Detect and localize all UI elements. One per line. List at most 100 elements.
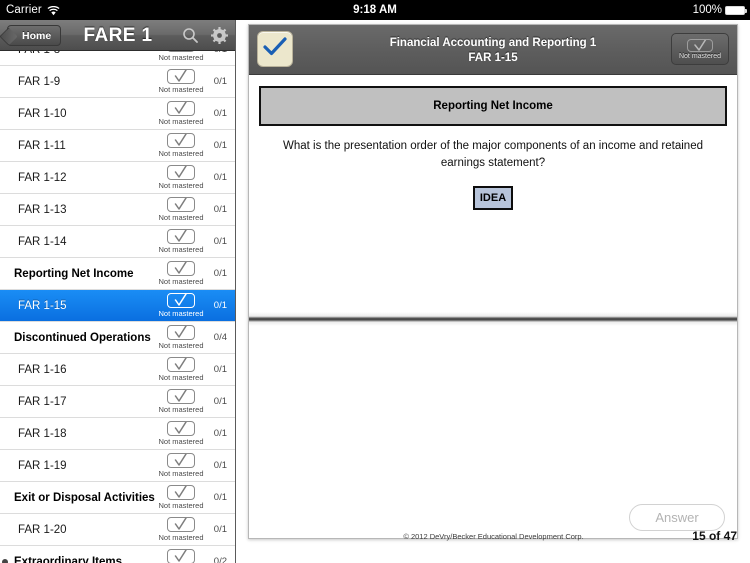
mastery-status[interactable]: Not mastered <box>150 549 212 563</box>
list-item[interactable]: FAR 1-18 Not mastered 0/1 <box>0 418 235 450</box>
mastery-label: Not mastered <box>158 117 204 126</box>
list-item-count: 0/1 <box>213 396 227 407</box>
checkbox-icon <box>167 325 195 340</box>
status-bar-right: 100% <box>692 4 747 16</box>
mastery-label: Not mastered <box>158 341 204 350</box>
list-item[interactable]: FAR 1-9 Not mastered 0/1 <box>0 66 235 98</box>
mastery-status[interactable]: Not mastered <box>150 261 212 286</box>
list-item-count: 0/1 <box>213 428 227 439</box>
mastery-status[interactable]: Not mastered <box>150 389 212 414</box>
mastery-check-button[interactable] <box>257 31 293 67</box>
list-item-count: 0/1 <box>213 460 227 471</box>
checkbox-icon <box>167 197 195 212</box>
mastery-status[interactable]: Not mastered <box>150 197 212 222</box>
flashcard: Financial Accounting and Reporting 1 FAR… <box>248 24 738 539</box>
checkbox-icon <box>167 293 195 308</box>
mastery-status[interactable]: Not mastered <box>150 293 212 318</box>
list-item-label: FAR 1-10 <box>18 107 67 120</box>
sidebar: Home FARE 1 Not mastered FAR 1-9 Not mas… <box>0 20 236 563</box>
row-marker-icon <box>2 558 8 563</box>
mastery-label: Not mastered <box>158 181 204 190</box>
list-item[interactable]: FAR 1-12 Not mastered 0/1 <box>0 162 235 194</box>
mastery-status[interactable]: Not mastered <box>150 133 212 158</box>
mastery-status[interactable]: Not mastered <box>150 165 212 190</box>
checkbox-icon <box>167 165 195 180</box>
mastery-label: Not mastered <box>158 373 204 382</box>
mastery-status[interactable]: Not mastered <box>150 69 212 94</box>
checkbox-icon <box>687 38 713 52</box>
list-item[interactable]: FAR 1-17 Not mastered 0/1 <box>0 386 235 418</box>
mastery-status[interactable]: Not mastered <box>150 325 212 350</box>
list-item-count: 0/1 <box>213 204 227 215</box>
not-mastered-label: Not mastered <box>678 52 722 60</box>
list-item-label: FAR 1-9 <box>18 75 61 88</box>
flashcard-title-block: Financial Accounting and Reporting 1 FAR… <box>249 25 737 75</box>
list-item[interactable]: FAR 1-11 Not mastered 0/1 <box>0 130 235 162</box>
list-item-count: 0/1 <box>213 364 227 375</box>
flashcard-header: Financial Accounting and Reporting 1 FAR… <box>249 25 737 75</box>
mastery-label: Not mastered <box>158 53 204 62</box>
list-item-label: Exit or Disposal Activities <box>14 491 155 504</box>
list-item-count: 0/1 <box>213 172 227 183</box>
mastery-label: Not mastered <box>158 149 204 158</box>
list-item[interactable]: Discontinued Operations Not mastered 0/4 <box>0 322 235 354</box>
checkbox-icon <box>167 453 195 468</box>
mastery-label: Not mastered <box>158 309 204 318</box>
list-item-count: 0/1 <box>213 268 227 279</box>
mastery-label: Not mastered <box>158 85 204 94</box>
mastery-status[interactable]: Not mastered <box>150 229 212 254</box>
list-item[interactable]: FAR 1-16 Not mastered 0/1 <box>0 354 235 386</box>
list-item[interactable]: FAR 1-19 Not mastered 0/1 <box>0 450 235 482</box>
mastery-status[interactable]: Not mastered <box>150 101 212 126</box>
list-item-count: 0/1 <box>213 236 227 247</box>
mastery-status[interactable]: Not mastered <box>150 485 212 510</box>
checkbox-icon <box>167 357 195 372</box>
mastery-label: Not mastered <box>158 245 204 254</box>
list-item[interactable]: FAR 1-20 Not mastered 0/1 <box>0 514 235 546</box>
list-item-count: 0/4 <box>213 332 227 343</box>
list-item[interactable]: FAR 1-15 Not mastered 0/1 <box>0 290 235 322</box>
checkbox-icon <box>167 229 195 244</box>
battery-percent-label: 100% <box>692 4 722 16</box>
checkbox-icon <box>167 133 195 148</box>
question-text: What is the presentation order of the ma… <box>283 140 703 169</box>
back-home-button[interactable]: Home <box>7 25 62 46</box>
list-item-count: 0/1 <box>213 140 227 151</box>
not-mastered-button[interactable]: Not mastered <box>671 33 729 65</box>
list-item[interactable]: FAR 1-13 Not mastered 0/1 <box>0 194 235 226</box>
list-item-label: Discontinued Operations <box>14 331 151 344</box>
mastery-status[interactable]: Not mastered <box>150 517 212 542</box>
mastery-label: Not mastered <box>158 277 204 286</box>
mastery-status[interactable]: Not mastered <box>150 357 212 382</box>
checkmark-icon <box>263 36 287 62</box>
checkbox-icon <box>167 485 195 500</box>
list-item-label: FAR 1-17 <box>18 395 67 408</box>
mastery-status[interactable]: Not mastered <box>150 453 212 478</box>
list-item[interactable]: Reporting Net Income Not mastered 0/1 <box>0 258 235 290</box>
sidebar-toolbar <box>182 20 228 51</box>
list-item-count: 0/1 <box>213 108 227 119</box>
gear-icon[interactable] <box>211 27 228 44</box>
card-divider <box>249 312 737 326</box>
topic-label: Reporting Net Income <box>433 100 553 112</box>
checkbox-icon <box>167 69 195 84</box>
battery-icon <box>725 5 747 15</box>
search-icon[interactable] <box>182 27 199 44</box>
list-item-label: FAR 1-20 <box>18 523 67 536</box>
flashcard-list[interactable]: FAR 1-8Not mastered0/1FAR 1-9Not mastere… <box>0 37 235 563</box>
list-item-count: 0/1 <box>213 76 227 87</box>
list-item[interactable]: Exit or Disposal Activities Not mastered 0… <box>0 482 235 514</box>
list-item-count: 0/1 <box>213 492 227 503</box>
mastery-status[interactable]: Not mastered <box>150 421 212 446</box>
list-item-count: 0/1 <box>213 300 227 311</box>
list-item[interactable]: FAR 1-14 Not mastered 0/1 <box>0 226 235 258</box>
list-item[interactable]: Extraordinary Items Not mastered0/2 <box>0 546 235 563</box>
list-item-label: FAR 1-15 <box>18 299 67 312</box>
list-item[interactable]: FAR 1-10 Not mastered 0/1 <box>0 98 235 130</box>
course-title: Financial Accounting and Reporting 1 <box>389 36 597 49</box>
list-item-label: Reporting Net Income <box>14 267 134 280</box>
detail-pane: Financial Accounting and Reporting 1 FAR… <box>237 20 750 563</box>
checkbox-icon <box>167 261 195 276</box>
card-id: FAR 1-15 <box>468 51 518 64</box>
checkbox-icon <box>167 549 195 563</box>
